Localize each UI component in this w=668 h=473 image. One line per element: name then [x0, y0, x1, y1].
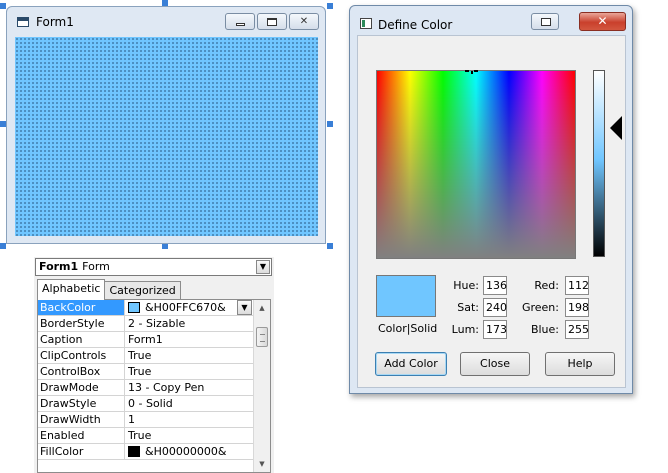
property-value[interactable]: True — [125, 428, 253, 443]
property-row[interactable]: DrawWidth 1 — [38, 412, 253, 428]
form1-designer-window[interactable]: Form1 ✕ — [6, 6, 326, 244]
scrollbar-thumb[interactable] — [256, 327, 268, 347]
property-name: BackColor — [38, 300, 125, 315]
property-row[interactable]: BackColor &H00FFC670& ▼ — [38, 300, 253, 316]
property-row[interactable]: Caption Form1 — [38, 332, 253, 348]
color-solid-label: Color|Solid — [378, 322, 438, 335]
properties-window: Form1 Form ▼ Alphabetic Categorized BackC… — [34, 257, 274, 473]
resize-handle-top-right[interactable] — [327, 3, 333, 9]
blue-label: Blue: — [530, 323, 559, 336]
luminosity-bar[interactable] — [593, 70, 605, 257]
color-swatch — [128, 302, 140, 313]
property-name: BorderStyle — [38, 316, 125, 331]
property-name: FillColor — [38, 444, 125, 459]
property-value-text: 2 - Sizable — [128, 317, 186, 330]
scroll-up-icon[interactable]: ▲ — [254, 300, 270, 316]
resize-handle-middle-right[interactable] — [327, 121, 333, 127]
form1-titlebar[interactable]: Form1 ✕ — [7, 7, 325, 37]
form-icon — [17, 17, 29, 27]
property-value[interactable]: 2 - Sizable — [125, 316, 253, 331]
property-value-text: &H00FFC670& — [145, 301, 226, 314]
property-value[interactable]: 1 — [125, 412, 253, 427]
property-grid-scrollbar[interactable]: ▲ ▼ — [253, 300, 270, 472]
green-field[interactable]: 198 — [565, 298, 589, 317]
close-dialog-button[interactable]: Close — [460, 352, 530, 376]
property-value[interactable]: True — [125, 348, 253, 363]
restore-icon — [541, 18, 551, 26]
maximize-button[interactable] — [257, 13, 287, 30]
tab-alphabetic[interactable]: Alphabetic — [37, 279, 106, 300]
dialog-close-button[interactable]: ✕ — [579, 12, 626, 31]
property-name: DrawStyle — [38, 396, 125, 411]
color-swatch — [128, 446, 140, 457]
spectrum-crosshair-icon — [465, 70, 479, 74]
property-grid: BackColor &H00FFC670& ▼ BorderStyle 2 - Siza… — [37, 299, 271, 473]
red-label: Red: — [534, 279, 559, 292]
scroll-down-icon[interactable]: ▼ — [254, 456, 270, 472]
property-value[interactable]: &H00FFC670& ▼ — [125, 300, 253, 315]
resize-handle-bottom-right[interactable] — [327, 243, 333, 249]
close-icon: ✕ — [299, 15, 309, 27]
property-value-text: &H00000000& — [145, 445, 227, 458]
property-row[interactable]: DrawStyle 0 - Solid — [38, 396, 253, 412]
object-selector[interactable]: Form1 Form ▼ — [35, 258, 272, 276]
property-name: Caption — [38, 332, 125, 347]
property-value[interactable]: &H00000000& — [125, 444, 253, 459]
sat-field[interactable]: 240 — [483, 298, 507, 317]
minimize-button[interactable] — [225, 13, 255, 30]
resize-handle-top-left[interactable] — [0, 3, 6, 9]
property-row[interactable]: BorderStyle 2 - Sizable — [38, 316, 253, 332]
form1-client-area[interactable] — [15, 37, 318, 236]
form1-title: Form1 — [36, 15, 74, 29]
property-row[interactable]: DrawMode 13 - Copy Pen — [38, 380, 253, 396]
red-field[interactable]: 112 — [565, 276, 589, 295]
property-row[interactable]: FillColor &H00000000& — [38, 444, 253, 460]
property-value-text: True — [128, 365, 152, 378]
maximize-icon — [267, 17, 277, 26]
dialog-body: Color|Solid Hue: 136 Sat: 240 Lum: 173 R… — [357, 35, 626, 388]
green-label: Green: — [521, 301, 559, 314]
property-value[interactable]: True — [125, 364, 253, 379]
property-value-text: 13 - Copy Pen — [128, 381, 205, 394]
hue-field[interactable]: 136 — [483, 276, 507, 295]
tab-categorized[interactable]: Categorized — [104, 281, 181, 300]
property-row[interactable]: ControlBox True — [38, 364, 253, 380]
color-spectrum[interactable] — [376, 70, 576, 259]
object-name: Form1 — [39, 260, 79, 273]
property-name: ClipControls — [38, 348, 125, 363]
lum-label: Lum: — [451, 323, 479, 336]
property-value-text: Form1 — [128, 333, 163, 346]
define-color-dialog: Define Color ✕ Color|Solid Hue: 136 Sat:… — [349, 5, 633, 394]
property-row[interactable]: ClipControls True — [38, 348, 253, 364]
property-value-text: 1 — [128, 413, 135, 426]
dialog-title: Define Color — [378, 18, 453, 32]
property-name: DrawMode — [38, 380, 125, 395]
sat-label: Sat: — [457, 301, 479, 314]
chevron-down-icon[interactable]: ▼ — [256, 260, 270, 274]
restore-button[interactable] — [531, 13, 559, 30]
hue-label: Hue: — [453, 279, 479, 292]
color-solid-preview — [376, 275, 436, 317]
property-name: ControlBox — [38, 364, 125, 379]
property-name: DrawWidth — [38, 412, 125, 427]
minimize-icon — [235, 22, 245, 26]
lum-field[interactable]: 173 — [483, 320, 507, 339]
close-button[interactable]: ✕ — [289, 13, 319, 30]
property-name: Enabled — [38, 428, 125, 443]
property-value-text: 0 - Solid — [128, 397, 173, 410]
luminosity-slider-arrow-icon[interactable] — [610, 116, 622, 140]
property-row[interactable]: Enabled True — [38, 428, 253, 444]
object-type: Form — [82, 260, 110, 273]
property-value[interactable]: Form1 — [125, 332, 253, 347]
chevron-down-icon[interactable]: ▼ — [237, 300, 252, 315]
help-button[interactable]: Help — [545, 352, 615, 376]
property-value[interactable]: 0 - Solid — [125, 396, 253, 411]
add-color-button[interactable]: Add Color — [375, 352, 447, 376]
blue-field[interactable]: 255 — [565, 320, 589, 339]
property-value-text: True — [128, 429, 152, 442]
property-value[interactable]: 13 - Copy Pen — [125, 380, 253, 395]
property-value-text: True — [128, 349, 152, 362]
dialog-icon — [360, 18, 372, 29]
